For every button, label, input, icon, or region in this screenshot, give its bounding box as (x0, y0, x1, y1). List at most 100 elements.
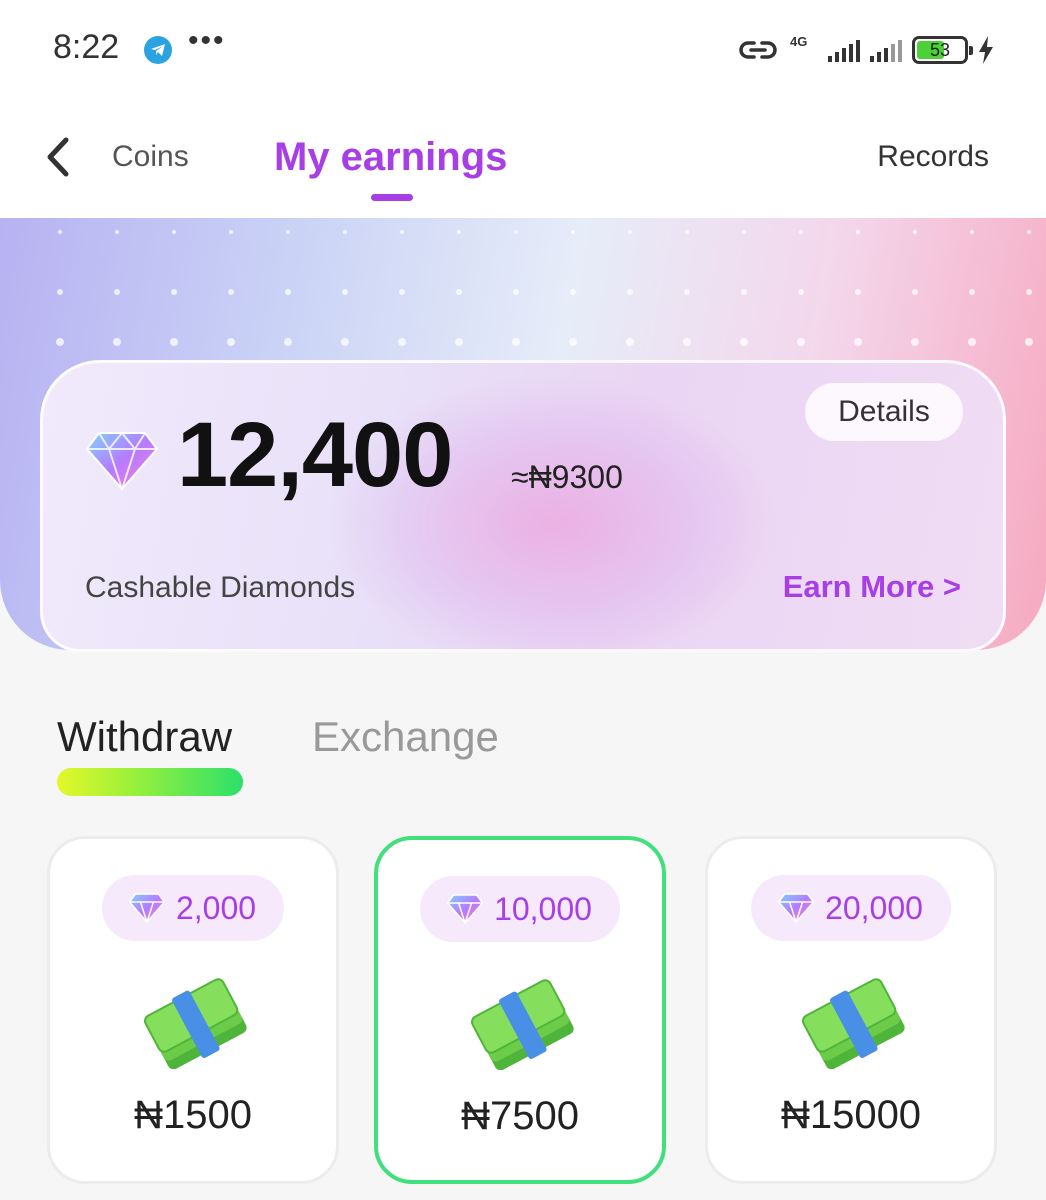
withdraw-option-3[interactable]: 20,000 ₦15000 (705, 836, 997, 1184)
diamond-icon (446, 894, 484, 924)
sparkle-dot (171, 289, 177, 295)
sparkle-dot (571, 230, 575, 234)
earn-more-link[interactable]: Earn More > (783, 569, 961, 605)
nav-header: Coins My earnings Records (0, 100, 1046, 218)
sparkle-dot (455, 338, 463, 346)
sparkle-dot (854, 338, 862, 346)
sparkle-dot (227, 338, 235, 346)
sparkle-dot (456, 289, 462, 295)
battery-icon: 53 (912, 36, 973, 64)
sparkle-dot (855, 289, 861, 295)
sparkle-dot (285, 289, 291, 295)
withdraw-amount: ₦1500 (134, 1093, 252, 1137)
sparkle-dot (970, 230, 974, 234)
sparkle-dot (856, 230, 860, 234)
cashable-diamonds-label: Cashable Diamonds (85, 571, 356, 604)
records-link[interactable]: Records (877, 140, 989, 174)
diamond-icon (777, 893, 815, 923)
signal-icon (828, 38, 860, 62)
sparkle-dot (1026, 289, 1032, 295)
sparkle-dot (799, 230, 803, 234)
diamond-cost-pill: 2,000 (101, 875, 285, 941)
details-button[interactable]: Details (805, 383, 963, 441)
sparkle-dot (57, 289, 63, 295)
diamond-cost: 10,000 (494, 890, 592, 927)
sparkle-dot (114, 289, 120, 295)
chevron-left-icon[interactable] (40, 134, 80, 180)
naira-equivalent: ≈₦9300 (511, 459, 623, 495)
sparkle-dot (115, 230, 119, 234)
sparkle-dot (913, 230, 917, 234)
sparkle-dot (113, 338, 121, 346)
sparkle-dot (229, 230, 233, 234)
network-4g-icon: 4G (788, 34, 818, 66)
balance-card: 12,400 ≈₦9300 Details Cashable Diamonds … (40, 360, 1006, 652)
sparkle-dot (685, 230, 689, 234)
sparkle-dot (626, 338, 634, 346)
sparkle-dot (628, 230, 632, 234)
sparkle-dot (911, 338, 919, 346)
signal-icon-2 (870, 38, 902, 62)
diamond-cost: 2,000 (175, 889, 257, 926)
more-notifications-icon: ••• (188, 24, 226, 57)
sparkle-dot (398, 338, 406, 346)
telegram-icon (144, 36, 172, 64)
tab-active-indicator (371, 194, 413, 201)
withdraw-option-2[interactable]: 10,000 ₦7500 (374, 836, 666, 1184)
sparkle-dot (741, 289, 747, 295)
status-time: 8:22 (53, 28, 120, 66)
sparkle-dot (172, 230, 176, 234)
diamond-cost-pill: 20,000 (751, 875, 951, 941)
sparkle-dot (797, 338, 805, 346)
sparkle-dot (400, 230, 404, 234)
sparkle-dot (684, 289, 690, 295)
sparkle-dot (58, 230, 62, 234)
diamond-balance: 12,400 (177, 404, 453, 506)
sparkle-dot (742, 230, 746, 234)
sparkle-dot (912, 289, 918, 295)
battery-level: 53 (929, 40, 951, 60)
sparkle-dot (399, 289, 405, 295)
sparkle-dot (1025, 338, 1033, 346)
sparkle-dot (457, 230, 461, 234)
diamond-icon (85, 431, 159, 491)
sparkle-dot (569, 338, 577, 346)
sparkle-pattern (56, 230, 1033, 346)
withdraw-amount: ₦7500 (461, 1094, 579, 1138)
tab-withdraw-indicator (57, 768, 243, 796)
withdraw-amount: ₦15000 (780, 1093, 922, 1137)
sparkle-dot (343, 230, 347, 234)
sparkle-dot (514, 230, 518, 234)
sparkle-dot (968, 338, 976, 346)
tab-coins[interactable]: Coins (112, 140, 189, 174)
tab-withdraw[interactable]: Withdraw (57, 713, 232, 761)
sparkle-dot (570, 289, 576, 295)
network-label: 4G (790, 34, 808, 49)
money-stack-icon (143, 978, 247, 1069)
tab-exchange[interactable]: Exchange (312, 713, 499, 761)
withdraw-option-1[interactable]: 2,000 ₦1500 (47, 836, 339, 1184)
sparkle-dot (342, 289, 348, 295)
sparkle-dot (228, 289, 234, 295)
sparkle-dot (627, 289, 633, 295)
charging-icon (979, 36, 993, 64)
status-icons: 4G 53 (738, 32, 994, 68)
sparkle-dot (56, 338, 64, 346)
sparkle-dot (513, 289, 519, 295)
sparkle-dot (341, 338, 349, 346)
sparkle-dot (969, 289, 975, 295)
sparkle-dot (512, 338, 520, 346)
money-stack-icon (801, 978, 905, 1069)
hotspot-link-icon (739, 41, 777, 59)
status-bar: 8:22 ••• 4G 53 (0, 0, 1046, 100)
sparkle-dot (170, 338, 178, 346)
sparkle-dot (284, 338, 292, 346)
money-stack-icon (470, 979, 574, 1070)
diamond-icon (128, 893, 166, 923)
sparkle-dot (740, 338, 748, 346)
sparkle-dot (1027, 230, 1031, 234)
diamond-cost: 20,000 (825, 889, 923, 926)
sparkle-dot (798, 289, 804, 295)
tab-my-earnings[interactable]: My earnings (274, 135, 507, 180)
diamond-cost-pill: 10,000 (420, 876, 620, 942)
